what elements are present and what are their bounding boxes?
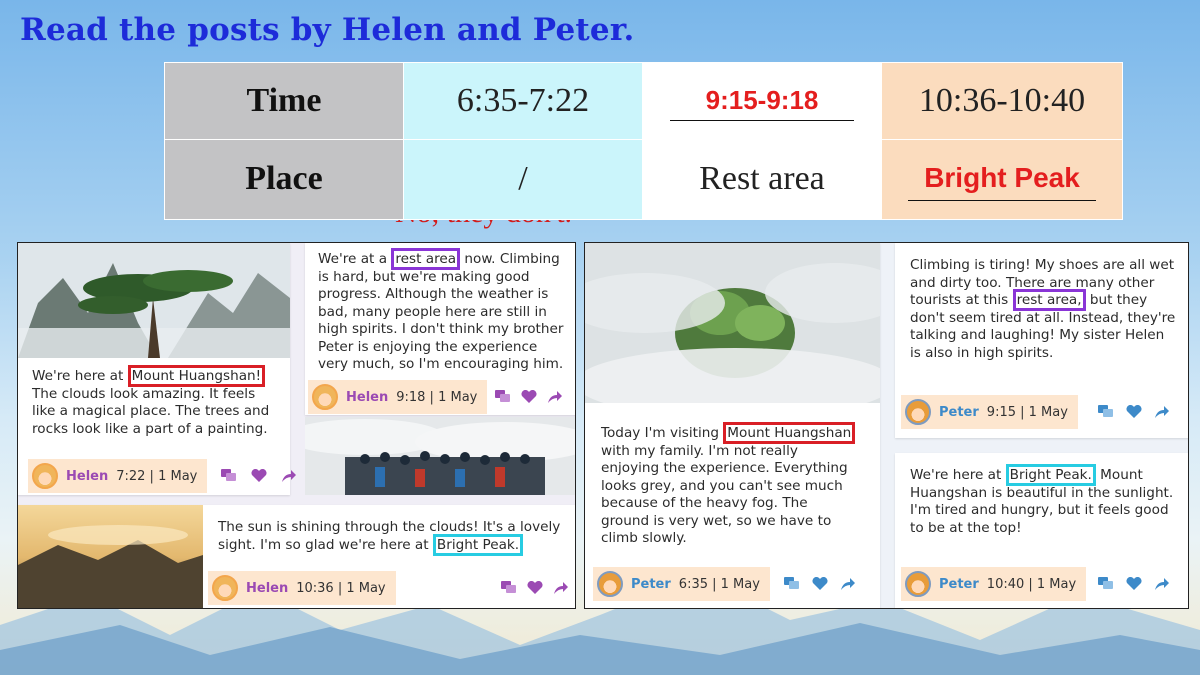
- mount-huangshan-highlight: Mount Huangshan!: [127, 365, 266, 387]
- comment-icon[interactable]: [500, 581, 517, 595]
- comment-icon[interactable]: [221, 469, 237, 483]
- helen-posts-panel: We're here at Mount Huangshan! The cloud…: [17, 242, 576, 609]
- bright-peak-highlight: Bright Peak.: [1005, 464, 1096, 486]
- helen-post-2-footer: Helen 9:18 | 1 May: [308, 380, 563, 414]
- author-name[interactable]: Peter: [939, 577, 979, 592]
- peter-post-2: Climbing is tiring! My shoes are all wet…: [895, 243, 1188, 438]
- avatar[interactable]: [597, 571, 623, 597]
- heart-icon[interactable]: [812, 577, 828, 591]
- rest-area-highlight: rest area: [391, 248, 461, 270]
- peter-post-1-text: Today I'm visiting Mount Huangshan with …: [601, 422, 881, 548]
- time-cell-2: 9:15-9:18: [642, 62, 882, 140]
- peter-post-3-text: We're here at Bright Peak. Mount Huangsh…: [910, 464, 1188, 537]
- author-name[interactable]: Peter: [631, 577, 671, 592]
- post-timestamp: 9:18 | 1 May: [396, 389, 478, 405]
- heart-icon[interactable]: [251, 469, 267, 483]
- post-timestamp: 9:15 | 1 May: [986, 404, 1068, 420]
- author-name[interactable]: Helen: [246, 581, 288, 596]
- mount-huangshan-highlight: Mount Huangshan: [723, 422, 856, 444]
- author-info: Helen 9:18 | 1 May: [308, 380, 488, 414]
- heart-icon[interactable]: [521, 390, 537, 404]
- heart-icon[interactable]: [1126, 405, 1142, 419]
- place-cell-1: /: [403, 138, 643, 221]
- post-timestamp: 7:22 | 1 May: [116, 468, 198, 484]
- share-icon[interactable]: [840, 577, 856, 591]
- comment-icon[interactable]: [1098, 577, 1114, 591]
- time-answer: 9:15-9:18: [669, 85, 855, 122]
- time-cell-1: 6:35-7:22: [403, 62, 643, 140]
- comment-icon[interactable]: [1097, 405, 1114, 419]
- helen-post-3: The sun is shining through the clouds! I…: [18, 505, 575, 608]
- post-timestamp: 6:35 | 1 May: [678, 576, 760, 592]
- peter-post-1: Today I'm visiting Mount Huangshan with …: [585, 243, 881, 608]
- peter-post-3: We're here at Bright Peak. Mount Huangsh…: [895, 453, 1188, 608]
- time-header: Time: [164, 62, 404, 140]
- author-name[interactable]: Peter: [939, 405, 979, 420]
- share-icon[interactable]: [1154, 577, 1170, 591]
- post-timestamp: 10:40 | 1 May: [986, 576, 1077, 592]
- heart-icon[interactable]: [527, 581, 543, 595]
- share-icon[interactable]: [547, 390, 563, 404]
- peter-posts-panel: Today I'm visiting Mount Huangshan with …: [584, 242, 1189, 609]
- avatar[interactable]: [905, 399, 931, 425]
- author-name[interactable]: Helen: [66, 469, 108, 484]
- helen-post-2-text: We're at a rest area now. Climbing is ha…: [318, 248, 575, 374]
- place-answer: Bright Peak: [908, 162, 1096, 201]
- helen-post-1-footer: Helen 7:22 | 1 May: [28, 459, 297, 493]
- sunrise-photo: [18, 505, 203, 608]
- author-info: Helen 7:22 | 1 May: [28, 459, 208, 493]
- author-info: Peter 6:35 | 1 May: [593, 567, 770, 601]
- crowd-photo: [305, 417, 575, 495]
- helen-post-1-text: We're here at Mount Huangshan! The cloud…: [32, 365, 287, 438]
- table-row-time: Time 6:35-7:22 9:15-9:18 10:36-10:40: [164, 62, 1123, 140]
- time-cell-3: 10:36-10:40: [881, 62, 1123, 140]
- bright-peak-highlight: Bright Peak.: [432, 533, 524, 556]
- place-cell-2: Rest area: [642, 138, 882, 221]
- place-cell-3: Bright Peak: [881, 138, 1123, 221]
- avatar[interactable]: [905, 571, 931, 597]
- timeline-table: Time 6:35-7:22 9:15-9:18 10:36-10:40 Pla…: [164, 62, 1123, 221]
- place-header: Place: [164, 138, 404, 221]
- avatar[interactable]: [212, 575, 238, 601]
- peter-post-1-footer: Peter 6:35 | 1 May: [593, 567, 856, 601]
- post-timestamp: 10:36 | 1 May: [296, 580, 386, 596]
- comment-icon[interactable]: [783, 577, 800, 591]
- peter-post-2-text: Climbing is tiring! My shoes are all wet…: [910, 257, 1176, 361]
- mountain-photo: [18, 243, 290, 358]
- author-info: Helen 10:36 | 1 May: [208, 571, 396, 605]
- foggy-mountain-photo: [585, 243, 880, 403]
- avatar[interactable]: [312, 384, 338, 410]
- share-icon[interactable]: [1154, 405, 1170, 419]
- helen-post-3-footer: Helen 10:36 | 1 May: [208, 571, 569, 605]
- heart-icon[interactable]: [1126, 577, 1142, 591]
- author-info: Peter 9:15 | 1 May: [901, 395, 1078, 429]
- helen-post-1: We're here at Mount Huangshan! The cloud…: [18, 243, 297, 495]
- helen-post-2: We're at a rest area now. Climbing is ha…: [305, 243, 575, 415]
- peter-post-3-footer: Peter 10:40 | 1 May: [901, 567, 1170, 601]
- author-info: Peter 10:40 | 1 May: [901, 567, 1087, 601]
- share-icon[interactable]: [553, 581, 569, 595]
- peter-post-2-footer: Peter 9:15 | 1 May: [901, 395, 1170, 429]
- comment-icon[interactable]: [495, 390, 511, 404]
- avatar[interactable]: [32, 463, 58, 489]
- author-name[interactable]: Helen: [346, 390, 388, 405]
- share-icon[interactable]: [281, 469, 297, 483]
- table-row-place: Place / Rest area Bright Peak: [164, 138, 1123, 221]
- helen-post-3-text: The sun is shining through the clouds! I…: [218, 519, 573, 556]
- page-heading: Read the posts by Helen and Peter.: [20, 12, 635, 48]
- rest-area-highlight: rest area,: [1012, 289, 1086, 311]
